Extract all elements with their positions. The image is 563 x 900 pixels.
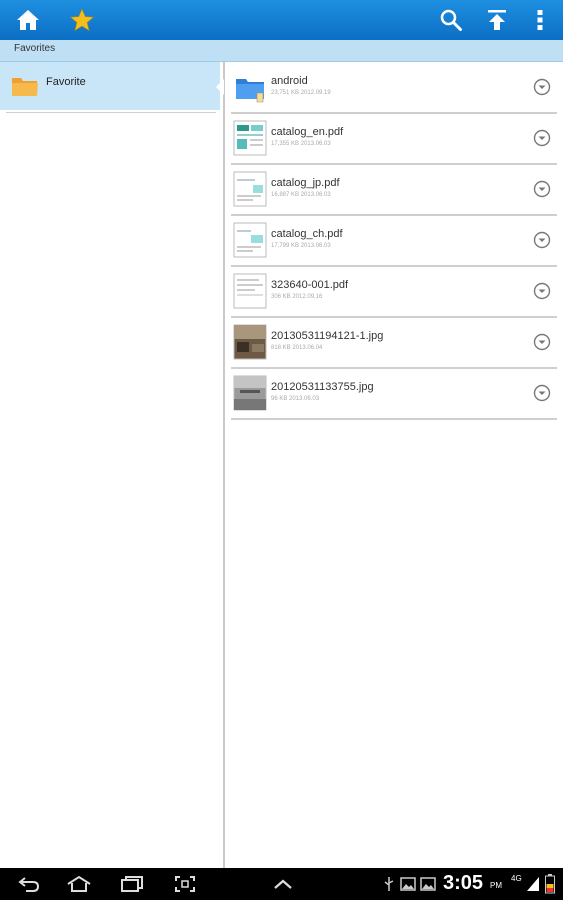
folder-icon <box>12 78 38 96</box>
chevron-down-icon[interactable] <box>533 333 551 351</box>
list-item[interactable]: catalog_jp.pdf 16,887 KB 2013.06.03 <box>231 164 557 216</box>
picture-icon <box>420 877 436 891</box>
pdf-thumbnail-icon <box>233 222 267 258</box>
pdf-thumbnail-icon <box>233 120 267 156</box>
list-item[interactable]: 20120531133755.jpg 96 KB 2013.06.03 <box>231 368 557 420</box>
image-thumbnail-icon <box>233 324 267 360</box>
clock: 3:05 <box>443 872 484 894</box>
file-name: 20130531194121-1.jpg <box>271 330 384 342</box>
star-icon <box>69 8 95 32</box>
breadcrumb-label: Favorites <box>14 43 56 54</box>
sidebar: Favorite <box>0 62 225 868</box>
favorites-button[interactable] <box>64 0 100 40</box>
file-name: catalog_ch.pdf <box>271 228 343 240</box>
upload-icon <box>488 10 506 30</box>
pdf-thumbnail-icon <box>233 171 267 207</box>
file-name: catalog_en.pdf <box>271 126 344 138</box>
action-bar <box>0 0 563 40</box>
recent-apps-button[interactable] <box>117 868 147 900</box>
screenshot-button[interactable] <box>170 868 200 900</box>
sidebar-item-favorite[interactable]: Favorite <box>0 62 224 110</box>
breadcrumb: Favorites <box>0 40 563 62</box>
chevron-down-icon[interactable] <box>533 180 551 198</box>
usb-icon <box>384 877 394 891</box>
list-item[interactable]: 20130531194121-1.jpg 818 KB 2013.06.04 <box>231 317 557 369</box>
image-thumbnail-icon <box>233 375 267 411</box>
signal-icon <box>527 877 539 891</box>
list-item[interactable]: android 23,751 KB 2012.09.19 <box>231 62 557 114</box>
chevron-down-icon[interactable] <box>533 282 551 300</box>
chevron-down-icon[interactable] <box>533 384 551 402</box>
file-name: android <box>271 75 308 87</box>
file-name: 323640-001.pdf <box>271 279 349 291</box>
recent-apps-icon <box>121 876 143 892</box>
overflow-menu-icon <box>537 10 543 30</box>
chevron-down-icon[interactable] <box>533 231 551 249</box>
clock-ampm: PM <box>490 881 502 890</box>
sidebar-item-label: Favorite <box>46 76 86 88</box>
home-nav-button[interactable] <box>64 868 94 900</box>
selection-arrow <box>216 79 224 95</box>
search-icon <box>440 9 462 31</box>
list-item[interactable]: 323640-001.pdf 306 KB 2012.09.16 <box>231 266 557 318</box>
chevron-up-icon <box>274 879 292 889</box>
back-icon <box>18 877 40 892</box>
file-meta: 17,355 KB 2013.06.03 <box>271 141 331 147</box>
battery-icon <box>545 874 555 894</box>
expand-button[interactable] <box>268 868 298 900</box>
chevron-down-icon[interactable] <box>533 78 551 96</box>
file-meta: 306 KB 2012.09.16 <box>271 294 323 300</box>
file-name: catalog_jp.pdf <box>271 177 340 189</box>
home-outline-icon <box>67 875 91 892</box>
network-type: 4G <box>511 874 522 883</box>
screenshot-icon <box>175 876 195 892</box>
folder-icon <box>236 79 264 103</box>
file-meta: 818 KB 2013.06.04 <box>271 345 323 351</box>
file-name: 20120531133755.jpg <box>271 381 374 393</box>
pdf-thumbnail-icon <box>233 273 267 309</box>
overflow-menu-button[interactable] <box>528 0 552 40</box>
back-button[interactable] <box>14 868 44 900</box>
list-item[interactable]: catalog_ch.pdf 17,799 KB 2013.06.03 <box>231 215 557 267</box>
chevron-down-icon[interactable] <box>533 129 551 147</box>
file-meta: 16,887 KB 2013.06.03 <box>271 192 331 198</box>
file-meta: 17,799 KB 2013.06.03 <box>271 243 331 249</box>
search-button[interactable] <box>434 0 468 40</box>
file-meta: 23,751 KB 2012.09.19 <box>271 90 331 96</box>
system-bar: 3:05 PM 4G <box>0 868 563 900</box>
home-icon <box>17 10 39 30</box>
list-item[interactable]: catalog_en.pdf 17,355 KB 2013.06.03 <box>231 113 557 165</box>
upload-button[interactable] <box>480 0 514 40</box>
file-meta: 96 KB 2013.06.03 <box>271 396 320 402</box>
home-button[interactable] <box>10 0 46 40</box>
divider <box>6 112 216 113</box>
picture-icon <box>400 877 416 891</box>
